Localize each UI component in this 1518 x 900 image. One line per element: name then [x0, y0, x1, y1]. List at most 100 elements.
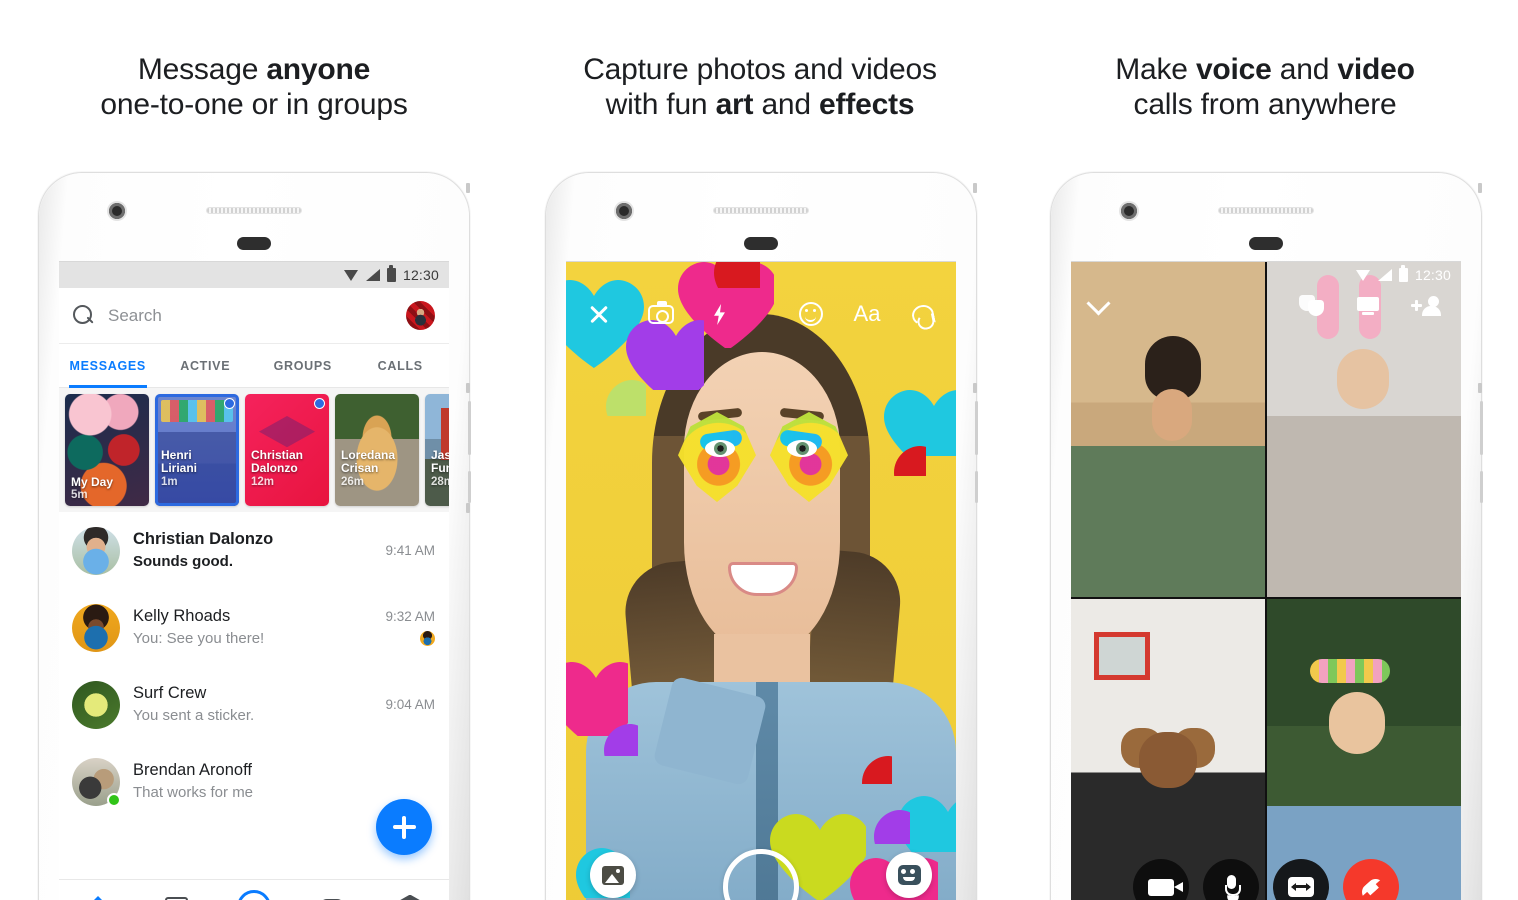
toggle-mic-button[interactable]	[1203, 859, 1259, 900]
camera-toolbar: Aa	[566, 292, 956, 336]
flash-toggle-button[interactable]	[702, 297, 736, 331]
swap-camera-icon	[1288, 877, 1314, 897]
conversation-row[interactable]: Kelly Rhoads You: See you there! 9:32 AM	[59, 589, 449, 666]
story-time: 26m	[341, 475, 365, 488]
volume-button[interactable]	[975, 471, 978, 503]
screen-share-button[interactable]	[1355, 295, 1389, 329]
story-name: Christian Dalonzo	[251, 447, 304, 476]
status-clock: 12:30	[402, 267, 439, 283]
smiley-icon	[799, 302, 823, 326]
conversation-name: Brendan Aronoff	[133, 760, 252, 779]
swap-camera-button[interactable]	[1273, 859, 1329, 900]
headline1-line1-pre: Message	[137, 53, 267, 86]
headline2-line2-bold2: effects	[819, 88, 915, 122]
tab-bar: MESSAGES ACTIVE GROUPS CALLS	[59, 344, 449, 388]
call-effects-button[interactable]	[1299, 295, 1333, 329]
conversation-snippet: Sounds good.	[133, 553, 233, 571]
call-controls	[1071, 859, 1461, 900]
camera-screen: Aa	[566, 261, 956, 900]
nav-discover-button[interactable]	[371, 894, 449, 900]
participant-tile[interactable]	[1267, 598, 1461, 900]
headline2-line1: Capture photos and videos	[583, 53, 937, 86]
headline3-line1-bold2: video	[1337, 53, 1415, 86]
conversation-row[interactable]: Surf Crew You sent a sticker. 9:04 AM	[59, 666, 449, 743]
add-text-button[interactable]: Aa	[850, 297, 884, 331]
headline-calls: Make voice and video calls from anywhere	[1035, 52, 1495, 122]
volume-button[interactable]	[468, 471, 471, 503]
nav-camera-button[interactable]	[215, 889, 293, 900]
promo-screenshot-page: Message anyone one-to-one or in groups C…	[0, 0, 1518, 900]
headline2-line2-pre: with fun	[605, 88, 716, 122]
flip-camera-button[interactable]	[644, 297, 678, 331]
conversation-time: 9:41 AM	[385, 543, 435, 558]
seen-receipt-avatar	[420, 631, 435, 646]
power-button[interactable]	[975, 401, 978, 455]
tab-groups[interactable]: GROUPS	[254, 344, 352, 387]
volume-button[interactable]	[1480, 471, 1483, 503]
nav-list-button[interactable]	[137, 896, 215, 900]
battery-icon	[386, 265, 396, 282]
frame-notch	[1478, 183, 1482, 193]
gallery-button[interactable]	[590, 852, 636, 898]
search-icon	[73, 305, 94, 326]
lightning-bolt-icon	[399, 894, 421, 900]
tab-calls[interactable]: CALLS	[352, 344, 450, 387]
story-card[interactable]: Jas Fun 28m	[425, 394, 449, 506]
avatar	[72, 680, 120, 729]
list-icon	[164, 896, 188, 900]
camera-controls	[566, 835, 956, 900]
conversation-row[interactable]: Christian Dalonzo Sounds good. 9:41 AM	[59, 512, 449, 589]
story-card[interactable]: Loredana Crisan 26m	[335, 394, 419, 506]
sensor-pill	[744, 237, 778, 250]
doodle-button[interactable]	[906, 297, 940, 331]
tab-messages[interactable]: MESSAGES	[59, 344, 157, 388]
end-call-button[interactable]	[1343, 859, 1399, 900]
earpiece-speaker	[206, 207, 302, 214]
new-message-button[interactable]	[376, 799, 432, 855]
phone-mockup-messenger: 12:30 Search MESSAGES ACTIVE GROUPS CALL…	[38, 172, 471, 900]
story-label: Jas Fun 28m	[431, 435, 449, 502]
masks-icon	[1299, 295, 1325, 317]
conversation-name: Kelly Rhoads	[133, 606, 231, 625]
power-button[interactable]	[468, 401, 471, 455]
call-toolbar	[1071, 292, 1461, 332]
story-card[interactable]: Christian Dalonzo 12m	[245, 394, 329, 506]
search-input[interactable]: Search	[108, 306, 392, 326]
story-label: Henri Liriani 1m	[161, 435, 235, 502]
story-card[interactable]: Henri Liriani 1m	[155, 394, 239, 506]
screen-share-icon	[1355, 295, 1381, 317]
story-name: My Day	[71, 474, 114, 489]
power-button[interactable]	[1480, 401, 1483, 455]
close-camera-button[interactable]	[582, 297, 616, 331]
toggle-video-button[interactable]	[1133, 859, 1189, 900]
frame-notch	[973, 183, 977, 193]
conversation-snippet: You: See you there!	[133, 630, 265, 648]
stories-row[interactable]: My Day 5m Henri Liriani 1m Christian Dal…	[59, 388, 449, 512]
effects-button[interactable]	[886, 852, 932, 898]
participant-tile[interactable]	[1071, 598, 1265, 900]
sensor-pill	[237, 237, 271, 250]
add-participant-button[interactable]	[1411, 295, 1445, 329]
frame-notch	[466, 503, 470, 513]
avatar	[72, 757, 121, 807]
story-card[interactable]: My Day 5m	[65, 394, 149, 506]
tab-active[interactable]: ACTIVE	[157, 344, 255, 387]
flip-camera-icon	[648, 301, 674, 324]
video-call-screen: 12:30	[1071, 261, 1461, 900]
search-bar[interactable]: Search	[59, 288, 449, 344]
story-time: 5m	[71, 489, 88, 502]
headline-camera: Capture photos and videos with fun art a…	[530, 52, 990, 122]
status-clock: 12:30	[1414, 267, 1451, 283]
minimize-call-button[interactable]	[1087, 295, 1121, 329]
camera-viewfinder[interactable]: Aa	[566, 262, 956, 900]
sticker-button[interactable]	[794, 297, 828, 331]
android-status-bar: 12:30	[59, 262, 449, 288]
signal-icon	[1377, 269, 1392, 281]
phone-mockup-camera: Aa	[545, 172, 978, 900]
frame-notch	[1478, 383, 1482, 393]
headline3-line1-pre: Make	[1115, 53, 1196, 86]
profile-avatar[interactable]	[406, 301, 435, 330]
headline-messaging: Message anyone one-to-one or in groups	[24, 52, 484, 122]
earpiece-speaker	[713, 207, 809, 214]
nav-home-button[interactable]	[59, 895, 137, 900]
